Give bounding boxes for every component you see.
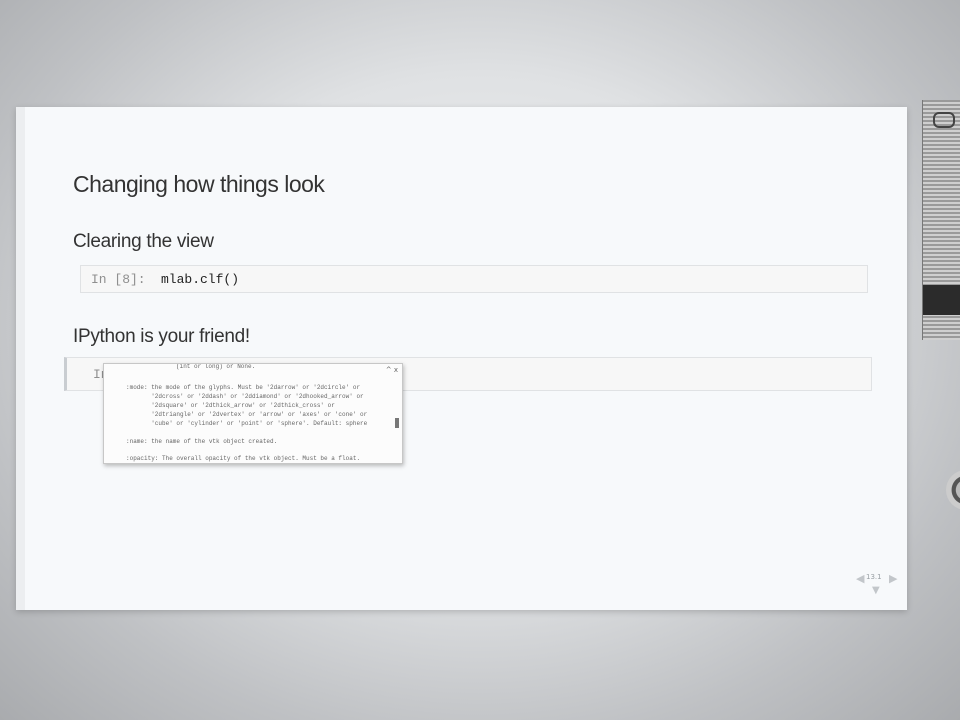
tooltip-line: :name: the name of the vtk object create…	[126, 438, 278, 445]
docstring-tooltip[interactable]: ^ x (int or long) or None. :mode: the mo…	[103, 363, 403, 464]
nav-down-arrow-icon[interactable]: ▼	[872, 585, 880, 596]
section-heading-clearing: Clearing the view	[73, 231, 214, 252]
slide: Changing how things look Clearing the vi…	[16, 107, 907, 610]
thumbnail-dark-band	[923, 285, 960, 315]
slide-navigation: ◀ 13.1 ▶ ▼	[856, 572, 900, 602]
thumbnail-shape	[933, 112, 955, 128]
side-thumbnail	[922, 100, 960, 340]
section-heading-ipython: IPython is your friend!	[73, 326, 250, 347]
tooltip-line: :opacity: The overall opacity of the vtk…	[126, 455, 361, 462]
side-disc-icon	[946, 470, 960, 510]
cell-code[interactable]: mlab.clf()	[161, 272, 239, 287]
slide-edge	[16, 107, 25, 610]
nav-left-arrow-icon[interactable]: ◀	[856, 572, 864, 585]
tooltip-line: '2dtriangle' or '2dvertex' or 'arrow' or…	[126, 411, 368, 418]
tooltip-line: 'cube' or 'cylinder' or 'point' or 'sphe…	[126, 420, 368, 427]
tooltip-scrollbar[interactable]	[395, 372, 399, 456]
slide-number: 13.1	[866, 573, 882, 581]
tooltip-line: '2dcross' or '2ddash' or '2ddiamond' or …	[126, 393, 364, 400]
code-cell-clf[interactable]: In [8]: mlab.clf()	[80, 265, 868, 293]
tooltip-line: (int or long) or None.	[176, 363, 256, 370]
tooltip-scroll-thumb[interactable]	[395, 418, 399, 428]
tooltip-line: :mode: the mode of the glyphs. Must be '…	[126, 384, 361, 391]
cell-prompt: In [8]:	[91, 272, 146, 287]
slide-title: Changing how things look	[73, 171, 325, 197]
tooltip-line: '2dsquare' or '2dthick_arrow' or '2dthic…	[126, 402, 335, 409]
nav-right-arrow-icon[interactable]: ▶	[889, 572, 897, 585]
